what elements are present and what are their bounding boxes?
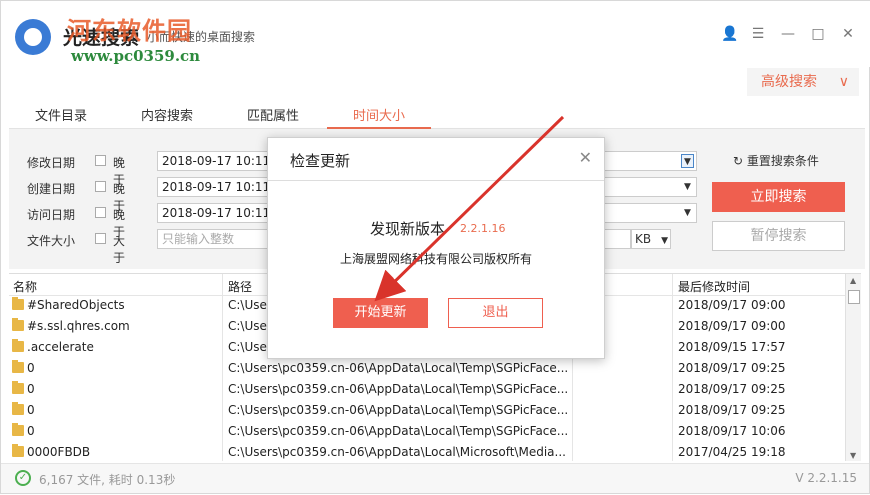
close-icon[interactable]: ✕ — [579, 148, 592, 167]
menu-icon[interactable]: ☰ — [751, 27, 765, 41]
table-row[interactable]: 0 C:\Users\pc0359.cn-06\AppData\Local\Te… — [9, 401, 845, 422]
app-window: 光速搜索 小而快速的桌面搜索 河东软件园 www.pc0359.cn 👤 ☰ —… — [0, 0, 870, 494]
size-greater-checkbox[interactable] — [95, 233, 106, 244]
created-after-checkbox[interactable] — [95, 181, 106, 192]
row-name: .accelerate — [27, 340, 94, 354]
advanced-search-button[interactable]: 高级搜索 ∨ — [747, 68, 859, 96]
update-dialog: 检查更新 ✕ 发现新版本 2.2.1.16 上海展盟网络科技有限公司版权所有 开… — [267, 137, 605, 359]
row-modified: 2018/09/17 09:25 — [678, 403, 786, 417]
created-date-label: 创建日期 — [27, 182, 76, 196]
row-path: C:\Users\pc0359.cn-06\AppData\Local\Temp… — [228, 382, 568, 396]
row-name: 0 — [27, 361, 35, 375]
folder-icon — [12, 297, 24, 310]
exit-button[interactable]: 退出 — [448, 298, 543, 328]
tab-match-attributes[interactable]: 匹配属性 — [221, 105, 325, 129]
folder-icon — [12, 444, 24, 457]
start-update-button[interactable]: 开始更新 — [333, 298, 428, 328]
status-summary: 6,167 文件, 耗时 0.13秒 — [39, 473, 176, 487]
row-name: 0000FBDB — [27, 445, 91, 459]
tab-file-directory[interactable]: 文件目录 — [9, 105, 113, 129]
row-name: 0 — [27, 424, 35, 438]
scroll-thumb[interactable] — [848, 290, 860, 304]
table-row[interactable]: 0 C:\Users\pc0359.cn-06\AppData\Local\Te… — [9, 380, 845, 401]
maximize-icon[interactable]: □ — [811, 27, 825, 41]
size-unit-value: KB — [635, 232, 652, 246]
search-now-button[interactable]: 立即搜索 — [712, 182, 845, 212]
dropdown-arrow-icon[interactable]: ▼ — [681, 206, 694, 220]
row-modified: 2018/09/15 17:57 — [678, 340, 786, 354]
folder-icon — [12, 339, 24, 352]
modified-date-label: 修改日期 — [27, 156, 76, 170]
tab-bar: 文件目录 内容搜索 匹配属性 时间大小 — [9, 101, 865, 129]
created-date-value: 2018-09-17 10:11 — [162, 180, 271, 194]
vertical-scrollbar[interactable]: ▲ ▼ — [845, 274, 861, 461]
status-bar: ✓ 6,167 文件, 耗时 0.13秒 V 2.2.1.15 — [1, 463, 869, 493]
table-row[interactable]: 0 C:\Users\pc0359.cn-06\AppData\Local\Te… — [9, 422, 845, 443]
folder-icon — [12, 360, 24, 373]
new-version-found-label: 发现新版本 — [370, 220, 446, 238]
row-modified: 2018/09/17 09:00 — [678, 319, 786, 333]
accessed-after-checkbox[interactable] — [95, 207, 106, 218]
scroll-up-icon[interactable]: ▲ — [850, 276, 856, 285]
window-controls: 👤 ☰ — □ ✕ — [721, 27, 855, 41]
row-path: C:\Users\pc0359.cn-06\AppData\Local\Temp… — [228, 424, 568, 438]
pause-search-button[interactable]: 暂停搜索 — [712, 221, 845, 251]
app-version: V 2.2.1.15 — [795, 471, 857, 485]
reset-search-button[interactable]: ↻ 重置搜索条件 — [733, 152, 819, 169]
dropdown-arrow-icon: ▼ — [661, 236, 668, 246]
chevron-down-icon: ∨ — [838, 74, 849, 90]
column-header-path[interactable]: 路径 — [228, 278, 252, 295]
refresh-icon: ↻ — [733, 154, 744, 168]
row-modified: 2017/04/25 19:18 — [678, 445, 786, 459]
modified-after-checkbox[interactable] — [95, 155, 106, 166]
user-icon[interactable]: 👤 — [721, 27, 738, 41]
size-greater-label: 大于 — [113, 234, 126, 265]
dropdown-arrow-icon[interactable]: ▼ — [681, 180, 694, 194]
close-icon[interactable]: ✕ — [841, 27, 855, 41]
folder-icon — [12, 423, 24, 436]
accessed-date-label: 访问日期 — [27, 208, 76, 222]
check-circle-icon: ✓ — [15, 470, 31, 486]
folder-icon — [12, 318, 24, 331]
row-modified: 2018/09/17 09:25 — [678, 361, 786, 375]
dialog-title: 检查更新 — [290, 152, 351, 170]
row-path: C:\Users\pc0359.cn-06\AppData\Local\Micr… — [228, 445, 566, 459]
tab-time-size[interactable]: 时间大小 — [327, 105, 431, 129]
column-header-modified[interactable]: 最后修改时间 — [678, 278, 750, 295]
row-path: C:\Users\pc0359.cn-06\AppData\Local\Temp… — [228, 361, 568, 375]
title-bar: 光速搜索 小而快速的桌面搜索 河东软件园 www.pc0359.cn 👤 ☰ —… — [1, 1, 870, 67]
row-name: #s.ssl.qhres.com — [27, 319, 130, 333]
folder-icon — [12, 402, 24, 415]
watermark-url: www.pc0359.cn — [71, 47, 201, 65]
scroll-down-icon[interactable]: ▼ — [850, 451, 856, 460]
minimize-icon[interactable]: — — [781, 27, 795, 41]
tab-content-search[interactable]: 内容搜索 — [115, 105, 219, 129]
row-path: C:\Users\pc0359.cn-06\AppData\Local\Temp… — [228, 403, 568, 417]
row-name: 0 — [27, 403, 35, 417]
row-modified: 2018/09/17 10:06 — [678, 424, 786, 438]
modified-date-value: 2018-09-17 10:11 — [162, 154, 271, 168]
new-version-number: 2.2.1.16 — [460, 222, 506, 235]
column-header-name[interactable]: 名称 — [13, 278, 37, 295]
size-unit-select[interactable]: KB ▼ — [631, 229, 671, 249]
row-name: 0 — [27, 382, 35, 396]
row-name: #SharedObjects — [27, 298, 125, 312]
dropdown-arrow-icon[interactable]: ▼ — [681, 154, 694, 168]
copyright-text: 上海展盟网络科技有限公司版权所有 — [340, 252, 533, 266]
dialog-divider — [268, 180, 604, 181]
reset-search-label: 重置搜索条件 — [746, 154, 819, 168]
table-row[interactable]: 0 C:\Users\pc0359.cn-06\AppData\Local\Te… — [9, 359, 845, 380]
table-row[interactable]: 0000FBDB C:\Users\pc0359.cn-06\AppData\L… — [9, 443, 845, 461]
app-logo-icon — [15, 19, 51, 55]
row-modified: 2018/09/17 09:25 — [678, 382, 786, 396]
folder-icon — [12, 381, 24, 394]
watermark-text: 河东软件园 — [67, 17, 192, 45]
advanced-search-label: 高级搜索 — [761, 74, 817, 90]
accessed-date-value: 2018-09-17 10:11 — [162, 206, 271, 220]
row-modified: 2018/09/17 09:00 — [678, 298, 786, 312]
file-size-label: 文件大小 — [27, 234, 76, 248]
